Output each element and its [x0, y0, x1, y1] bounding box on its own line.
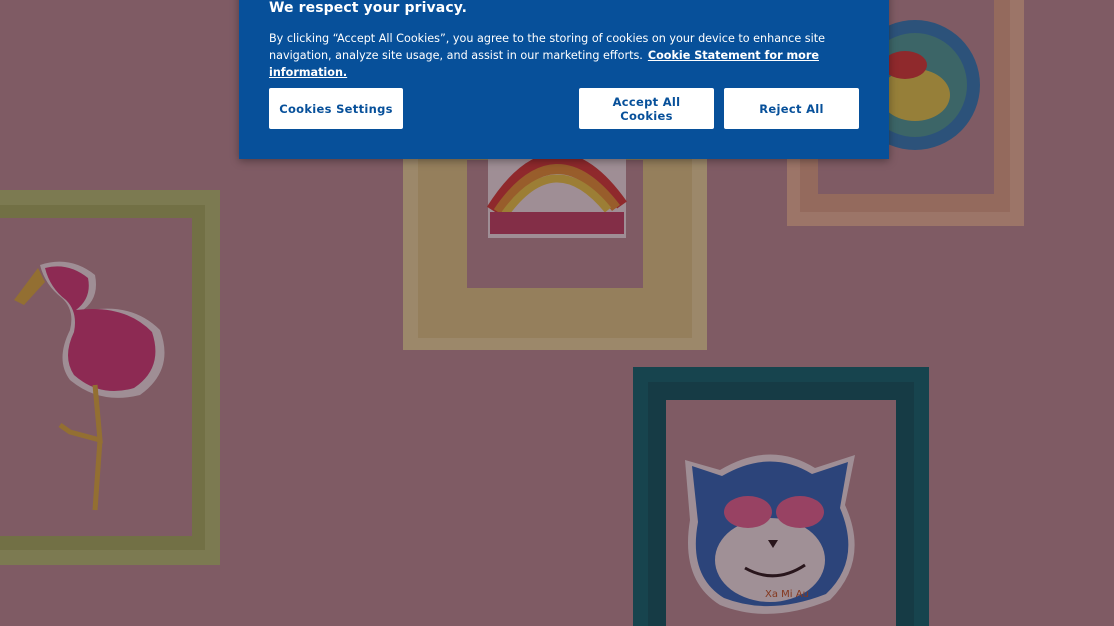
cookie-consent-banner: We respect your privacy. By clicking “Ac… — [239, 0, 889, 159]
accept-all-cookies-button[interactable]: Accept All Cookies — [579, 88, 714, 129]
cookies-settings-button[interactable]: Cookies Settings — [269, 88, 403, 129]
banner-text: By clicking “Accept All Cookies”, you ag… — [269, 30, 869, 81]
banner-title: We respect your privacy. — [269, 0, 468, 16]
reject-all-button[interactable]: Reject All — [724, 88, 859, 129]
